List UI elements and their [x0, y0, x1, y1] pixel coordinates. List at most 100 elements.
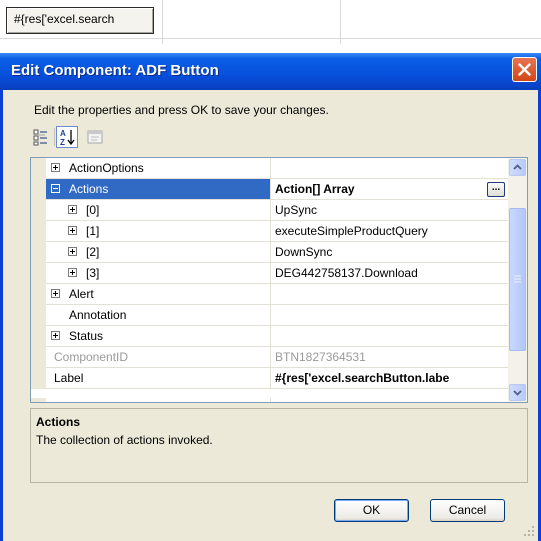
- row-margin: [31, 398, 46, 402]
- sheet-gridline: [0, 38, 541, 39]
- property-name-cell[interactable]: LowerRightCorner: [46, 398, 271, 402]
- help-description: The collection of actions invoked.: [36, 433, 213, 447]
- property-value-cell[interactable]: executeSimpleProductQuery: [271, 221, 508, 242]
- property-name: [3]: [86, 266, 100, 280]
- sheet-button-cell[interactable]: #{res['excel.search: [6, 7, 154, 34]
- sheet-gridline: [340, 0, 341, 44]
- property-name-cell[interactable]: Actions: [46, 179, 271, 200]
- property-value: #{res['excel.searchButton.labe: [275, 371, 450, 385]
- scrollbar-thumb[interactable]: [509, 208, 526, 351]
- property-name-cell[interactable]: Annotation: [46, 305, 271, 326]
- svg-text:Z: Z: [60, 138, 65, 147]
- expand-plus-icon[interactable]: [68, 268, 77, 277]
- property-name: ActionOptions: [69, 161, 144, 175]
- svg-text:A: A: [60, 129, 66, 138]
- ok-button[interactable]: OK: [334, 499, 409, 522]
- ellipsis-button[interactable]: ...: [487, 182, 505, 197]
- toolbar-separator: [54, 128, 55, 146]
- close-button[interactable]: [512, 57, 537, 82]
- property-row[interactable]: Status: [31, 326, 508, 347]
- row-margin: [31, 179, 46, 200]
- property-name: Status: [69, 329, 104, 343]
- property-row[interactable]: ActionOptions: [31, 158, 508, 179]
- expand-plus-icon[interactable]: [51, 163, 60, 172]
- property-value-cell[interactable]: DEG442758137.Download: [271, 263, 508, 284]
- expand-plus-icon[interactable]: [68, 205, 77, 214]
- expand-plus-icon[interactable]: [68, 226, 77, 235]
- property-name: ComponentID: [54, 350, 129, 364]
- expand-plus-icon[interactable]: [68, 247, 77, 256]
- property-name-cell[interactable]: Status: [46, 326, 271, 347]
- property-name-cell[interactable]: ComponentID: [46, 347, 271, 368]
- property-row[interactable]: Label #{res['excel.searchButton.labe: [31, 368, 508, 389]
- property-name: [0]: [86, 203, 100, 217]
- property-name-cell[interactable]: [1]: [46, 221, 271, 242]
- property-row[interactable]: Annotation: [31, 305, 508, 326]
- categorized-button[interactable]: [30, 126, 52, 148]
- property-value-cell[interactable]: [271, 305, 508, 326]
- property-value-cell[interactable]: DownSync: [271, 242, 508, 263]
- row-margin: [31, 284, 46, 305]
- row-margin: [31, 158, 46, 179]
- property-value: executeSimpleProductQuery: [275, 224, 428, 238]
- property-value: Action[] Array: [275, 182, 355, 196]
- property-name: Alert: [69, 287, 94, 301]
- property-value-cell[interactable]: UpSync: [271, 200, 508, 221]
- row-margin: [31, 263, 46, 284]
- chevron-down-icon: [513, 390, 522, 396]
- property-row[interactable]: [0] UpSync: [31, 200, 508, 221]
- row-margin: [31, 347, 46, 368]
- property-name-cell[interactable]: Label: [46, 368, 271, 389]
- dialog-title-bar[interactable]: Edit Component: ADF Button: [0, 53, 541, 90]
- property-value: DEG442758137.Download: [275, 266, 418, 280]
- property-row[interactable]: Actions Action[] Array...: [31, 179, 508, 200]
- property-value-cell[interactable]: [271, 326, 508, 347]
- expand-plus-icon[interactable]: [51, 289, 60, 298]
- close-icon: [518, 63, 531, 76]
- property-value-cell[interactable]: $C$2: [271, 398, 508, 402]
- property-row[interactable]: [2] DownSync: [31, 242, 508, 263]
- row-margin: [31, 305, 46, 326]
- chevron-up-icon: [513, 164, 522, 170]
- help-title: Actions: [36, 415, 81, 429]
- help-panel: Actions The collection of actions invoke…: [30, 408, 528, 483]
- property-name: [2]: [86, 245, 100, 259]
- property-row[interactable]: LowerRightCorner $C$2: [31, 398, 508, 402]
- property-name-cell[interactable]: Alert: [46, 284, 271, 305]
- property-value: BTN1827364531: [275, 350, 366, 364]
- property-name-cell[interactable]: ActionOptions: [46, 158, 271, 179]
- collapse-minus-icon[interactable]: [51, 184, 60, 193]
- property-grid: ActionOptions Actions Action[] Array... [0]…: [30, 157, 528, 403]
- expand-plus-icon[interactable]: [51, 331, 60, 340]
- alphabetical-button[interactable]: A Z: [56, 126, 78, 148]
- property-row[interactable]: ComponentID BTN1827364531: [31, 347, 508, 368]
- cancel-button[interactable]: Cancel: [430, 499, 505, 522]
- property-row[interactable]: Alert: [31, 284, 508, 305]
- scroll-down-button[interactable]: [509, 384, 526, 401]
- property-pages-button[interactable]: [84, 126, 106, 148]
- property-name: Annotation: [69, 308, 127, 322]
- property-name: Label: [54, 371, 84, 385]
- property-row[interactable]: [1] executeSimpleProductQuery: [31, 221, 508, 242]
- property-row[interactable]: [3] DEG442758137.Download: [31, 263, 508, 284]
- property-name-cell[interactable]: [2]: [46, 242, 271, 263]
- dialog-title: Edit Component: ADF Button: [11, 62, 219, 79]
- property-pages-icon: [87, 130, 103, 144]
- property-name: [1]: [86, 224, 100, 238]
- property-value-cell[interactable]: [271, 284, 508, 305]
- categorized-icon: [33, 129, 47, 146]
- property-value-cell[interactable]: #{res['excel.searchButton.labe: [271, 368, 508, 389]
- property-name-cell[interactable]: [3]: [46, 263, 271, 284]
- sheet-gridline: [162, 0, 163, 44]
- property-value-cell[interactable]: [271, 158, 508, 179]
- resize-grip-icon[interactable]: [523, 525, 535, 537]
- row-margin: [31, 326, 46, 347]
- property-name: LowerRightCorner: [62, 398, 159, 402]
- property-name-cell[interactable]: [0]: [46, 200, 271, 221]
- property-value: UpSync: [275, 203, 318, 217]
- property-value-cell[interactable]: Action[] Array...: [271, 179, 508, 200]
- scroll-up-button[interactable]: [509, 159, 526, 176]
- property-value-cell[interactable]: BTN1827364531: [271, 347, 508, 368]
- vertical-scrollbar[interactable]: [508, 158, 527, 402]
- row-margin: [31, 200, 46, 221]
